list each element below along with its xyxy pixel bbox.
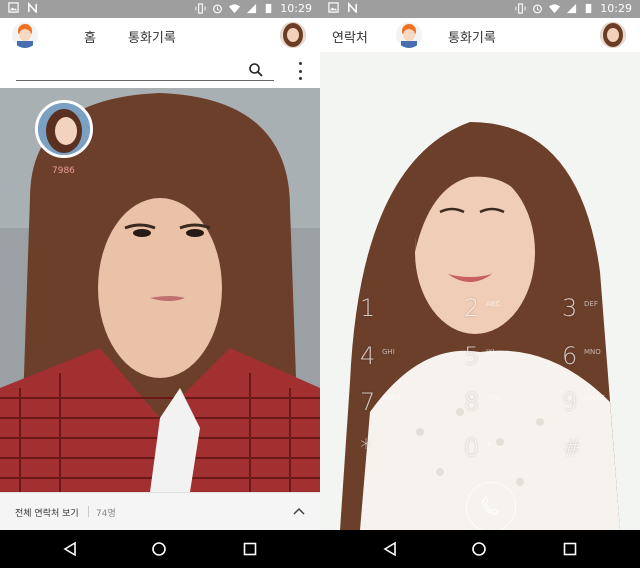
more-icon[interactable] [296, 62, 304, 80]
key-0-plus: + [486, 440, 492, 448]
android-nav-bar [0, 530, 320, 568]
key-4[interactable]: 4 [360, 342, 375, 370]
key-6[interactable]: 6 [562, 342, 577, 370]
key-8-letters: TUV [486, 394, 501, 402]
home-icon[interactable] [151, 541, 167, 557]
status-time: 10:29 [280, 2, 312, 15]
divider [88, 506, 89, 517]
badge-number: 7986 [52, 166, 75, 176]
profile-avatar[interactable] [12, 22, 38, 48]
key-3-letters: DEF [584, 300, 598, 308]
key-4-letters: GHI [382, 348, 395, 356]
wifi-icon [549, 4, 561, 14]
key-2-letters: ABC [486, 300, 501, 308]
key-0[interactable]: 0 [464, 434, 479, 462]
key-5-letters: JKL [486, 348, 497, 356]
image-icon [328, 2, 339, 13]
top-nav: 연락처 통화기록 [320, 18, 640, 52]
search-input[interactable] [16, 60, 245, 82]
battery-icon [586, 3, 592, 14]
phone-icon [482, 495, 499, 515]
top-nav: 홈 통화기록 [0, 18, 320, 52]
dial-keypad: 1 2 ABC 3 DEF 4 GHI 5 JKL 6 MNO 7 PQRS 8… [320, 294, 640, 474]
tab-call-log[interactable]: 통화기록 [128, 27, 176, 46]
view-all-contacts-bar[interactable]: 전체 연락처 보기 74명 [0, 492, 320, 530]
key-3[interactable]: 3 [562, 294, 577, 322]
key-1[interactable]: 1 [360, 294, 375, 322]
my-profile-avatar[interactable] [600, 22, 626, 48]
key-7-letters: PQRS [382, 394, 402, 402]
key-9-letters: WXYZ [584, 394, 605, 402]
search-row [0, 52, 320, 88]
avatar-illustration [17, 24, 33, 48]
back-icon[interactable] [62, 541, 78, 557]
signal-icon [247, 3, 257, 14]
my-profile-avatar[interactable] [280, 22, 306, 48]
key-star[interactable]: * [360, 434, 372, 462]
n-icon [348, 2, 357, 13]
search-underline [16, 80, 274, 81]
recents-icon[interactable] [242, 541, 258, 557]
n-icon [28, 2, 37, 13]
recents-icon[interactable] [562, 541, 578, 557]
profile-photo [600, 22, 626, 48]
profile-avatar[interactable] [396, 22, 422, 48]
key-hash[interactable]: # [562, 434, 582, 462]
key-9[interactable]: 9 [562, 388, 577, 416]
alarm-icon [533, 4, 543, 14]
contacts-app-dialer-screen: 10:29 연락처 통화기록 1 2 ABC 3 DEF 4 GHI 5 JKL… [320, 0, 640, 568]
image-icon [8, 2, 19, 13]
contact-badge-avatar[interactable] [35, 100, 93, 158]
status-bar: 10:29 [320, 0, 640, 18]
key-5[interactable]: 5 [464, 342, 479, 370]
badge-photo [38, 103, 90, 155]
alarm-icon [213, 4, 223, 14]
battery-icon [266, 3, 272, 14]
key-7[interactable]: 7 [360, 388, 375, 416]
key-2[interactable]: 2 [464, 294, 479, 322]
search-icon[interactable] [248, 62, 264, 78]
status-bar: 10:29 [0, 0, 320, 18]
key-6-letters: MNO [584, 348, 601, 356]
contact-photo-background: 7986 [0, 88, 320, 492]
contacts-app-home-screen: 10:29 홈 통화기록 7986 전체 연락처 보기 74명 [0, 0, 320, 568]
dialer-photo-background: 1 2 ABC 3 DEF 4 GHI 5 JKL 6 MNO 7 PQRS 8… [320, 52, 640, 530]
key-8[interactable]: 8 [464, 388, 479, 416]
vibrate-icon [515, 3, 526, 14]
tab-call-log[interactable]: 통화기록 [448, 27, 496, 46]
wifi-icon [229, 4, 241, 14]
android-nav-bar [320, 530, 640, 568]
tab-home[interactable]: 홈 [84, 27, 96, 46]
contacts-count: 74명 [96, 509, 116, 519]
view-all-contacts-label: 전체 연락처 보기 [15, 509, 79, 519]
home-icon[interactable] [471, 541, 487, 557]
signal-icon [567, 3, 577, 14]
chevron-up-icon[interactable] [293, 507, 305, 515]
status-time: 10:29 [600, 2, 632, 15]
tab-contacts[interactable]: 연락처 [332, 27, 368, 46]
profile-photo [280, 22, 306, 48]
call-button[interactable] [466, 482, 516, 530]
avatar-illustration [401, 24, 417, 48]
back-icon[interactable] [382, 541, 398, 557]
vibrate-icon [195, 3, 206, 14]
